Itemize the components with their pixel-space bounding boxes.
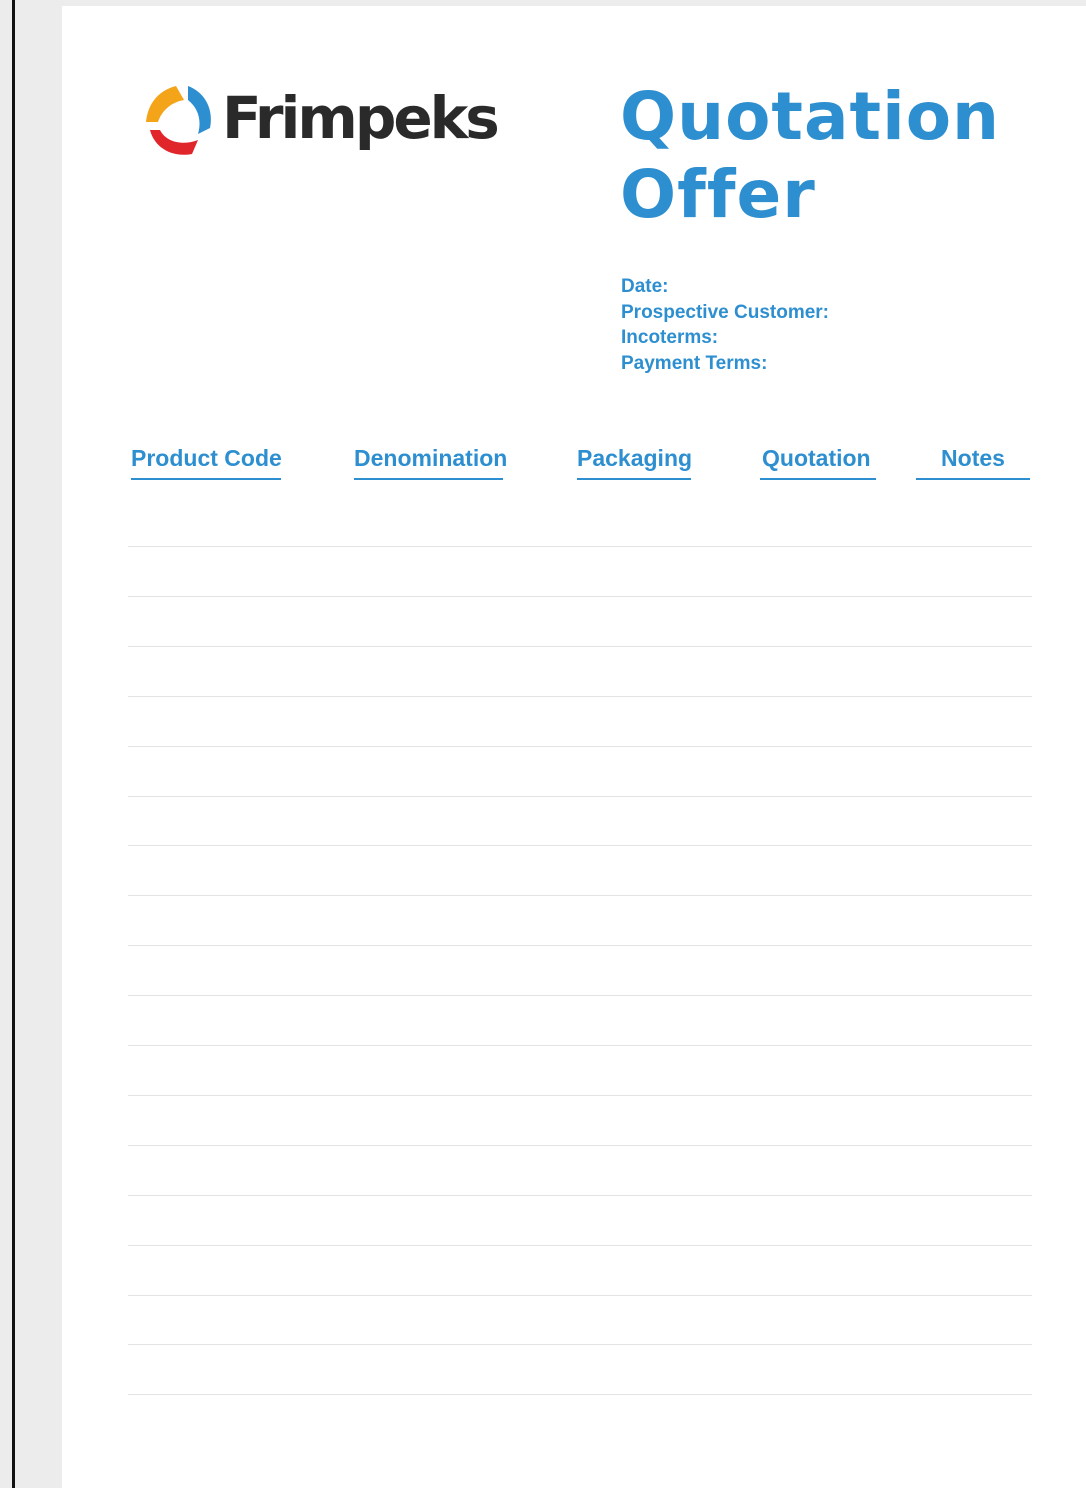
column-header-notes: Notes bbox=[916, 444, 1030, 480]
table-row bbox=[128, 1194, 1032, 1196]
frimpeks-logo: Frimpeks bbox=[140, 78, 510, 162]
table-row bbox=[128, 1394, 1032, 1396]
payment-terms-label: Payment Terms: bbox=[621, 352, 768, 374]
quotation-meta: Date: Prospective Customer: Incoterms: P… bbox=[621, 274, 829, 376]
column-header-product-code: Product Code bbox=[131, 444, 282, 480]
column-header-quotation: Quotation bbox=[760, 444, 876, 480]
title-line-2: Offer bbox=[620, 156, 816, 233]
date-label: Date: bbox=[621, 276, 669, 297]
incoterms-label: Incoterms: bbox=[621, 327, 719, 348]
table-row bbox=[128, 645, 1032, 647]
document-edge-rule bbox=[12, 0, 15, 1488]
column-header-denomination: Denomination bbox=[354, 444, 507, 480]
title-line-1: Quotation bbox=[620, 78, 1001, 155]
tricolor-swirl-logo-icon bbox=[146, 86, 211, 155]
table-row bbox=[128, 1294, 1032, 1296]
table-row bbox=[128, 1244, 1032, 1246]
table-row bbox=[128, 795, 1032, 797]
quotation-sheet: Frimpeks Quotation Offer Date: Prospecti… bbox=[62, 6, 1086, 1488]
page-title: Quotation Offer bbox=[620, 78, 1000, 234]
table-row bbox=[128, 1144, 1032, 1146]
table-row bbox=[128, 595, 1032, 597]
table-row bbox=[128, 995, 1032, 997]
customer-label: Prospective Customer: bbox=[621, 301, 830, 323]
table-row bbox=[128, 895, 1032, 897]
table-row bbox=[128, 695, 1032, 697]
table-row bbox=[128, 546, 1032, 547]
table-row bbox=[128, 845, 1032, 847]
column-header-packaging: Packaging bbox=[577, 444, 692, 480]
table-row bbox=[128, 945, 1032, 947]
brand-wordmark: Frimpeks bbox=[222, 84, 500, 152]
table-row bbox=[128, 745, 1032, 747]
table-row bbox=[128, 1045, 1032, 1046]
table-row bbox=[128, 1094, 1032, 1096]
table-row bbox=[128, 1344, 1032, 1346]
